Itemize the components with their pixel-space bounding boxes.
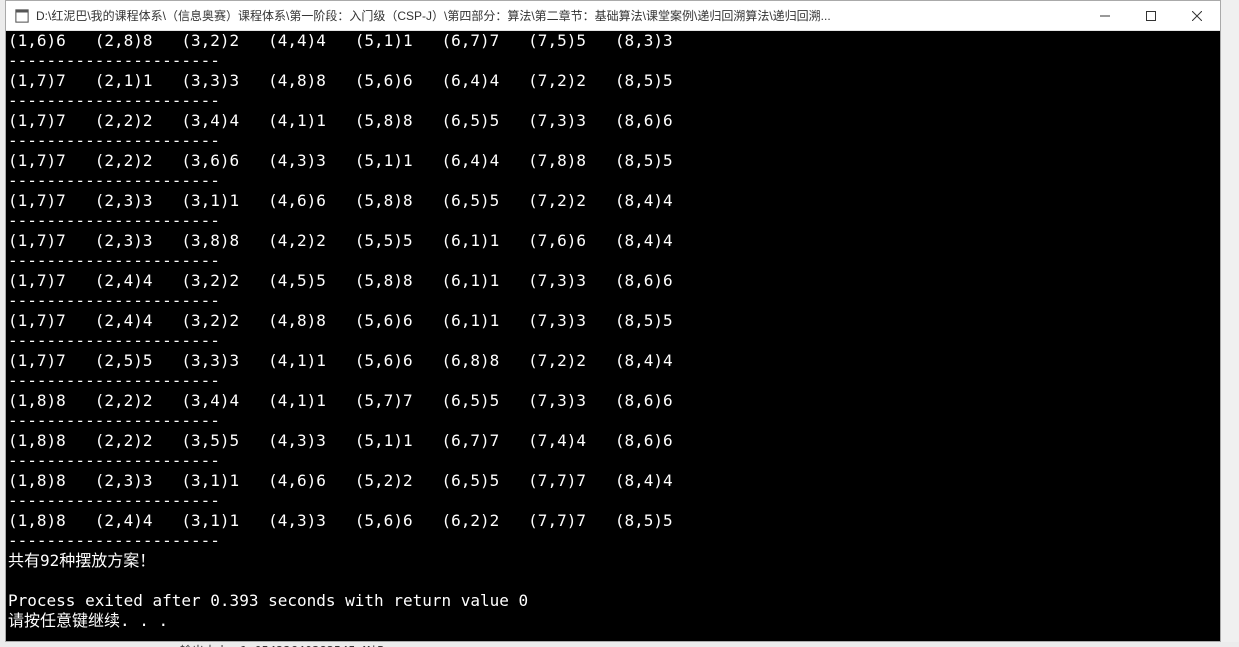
console-line: ---------------------- — [6, 411, 1220, 431]
console-line: ---------------------- — [6, 291, 1220, 311]
console-line: (1,8)8 (2,2)2 (3,5)5 (4,3)3 (5,1)1 (6,7)… — [6, 431, 1220, 451]
console-line: ---------------------- — [6, 211, 1220, 231]
console-line: (1,7)7 (2,3)3 (3,1)1 (4,6)6 (5,8)8 (6,5)… — [6, 191, 1220, 211]
background-bottom-text: 输出大小：1.05422640383545 MiB — [0, 642, 1239, 647]
close-button[interactable] — [1174, 1, 1220, 30]
console-line — [6, 571, 1220, 591]
minimize-button[interactable] — [1082, 1, 1128, 30]
app-icon — [14, 8, 30, 24]
console-line: ---------------------- — [6, 51, 1220, 71]
console-line: ---------------------- — [6, 131, 1220, 151]
console-line: (1,7)7 (2,2)2 (3,4)4 (4,1)1 (5,8)8 (6,5)… — [6, 111, 1220, 131]
console-line: ---------------------- — [6, 491, 1220, 511]
console-line: (1,7)7 (2,5)5 (3,3)3 (4,1)1 (5,6)6 (6,8)… — [6, 351, 1220, 371]
console-line: ---------------------- — [6, 91, 1220, 111]
console-line: (1,7)7 (2,1)1 (3,3)3 (4,8)8 (5,6)6 (6,4)… — [6, 71, 1220, 91]
console-line: ---------------------- — [6, 331, 1220, 351]
console-output[interactable]: (1,6)6 (2,8)8 (3,2)2 (4,4)4 (5,1)1 (6,7)… — [6, 31, 1220, 641]
console-line: ---------------------- — [6, 451, 1220, 471]
console-line: (1,7)7 (2,4)4 (3,2)2 (4,8)8 (5,6)6 (6,1)… — [6, 311, 1220, 331]
console-line: (1,8)8 (2,2)2 (3,4)4 (4,1)1 (5,7)7 (6,5)… — [6, 391, 1220, 411]
console-line: ---------------------- — [6, 171, 1220, 191]
console-line: (1,8)8 (2,3)3 (3,1)1 (4,6)6 (5,2)2 (6,5)… — [6, 471, 1220, 491]
console-line: ---------------------- — [6, 251, 1220, 271]
console-line: ---------------------- — [6, 531, 1220, 551]
window-controls — [1082, 1, 1220, 30]
console-line: (1,7)7 (2,4)4 (3,2)2 (4,5)5 (5,8)8 (6,1)… — [6, 271, 1220, 291]
console-line: 请按任意键继续. . . — [6, 611, 1220, 631]
console-line: Process exited after 0.393 seconds with … — [6, 591, 1220, 611]
console-line: (1,7)7 (2,2)2 (3,6)6 (4,3)3 (5,1)1 (6,4)… — [6, 151, 1220, 171]
titlebar[interactable]: D:\红泥巴\我的课程体系\（信息奥赛）课程体系\第一阶段：入门级（CSP-J）… — [6, 1, 1220, 31]
maximize-button[interactable] — [1128, 1, 1174, 30]
console-line: (1,8)8 (2,4)4 (3,1)1 (4,3)3 (5,6)6 (6,2)… — [6, 511, 1220, 531]
console-line: (1,7)7 (2,3)3 (3,8)8 (4,2)2 (5,5)5 (6,1)… — [6, 231, 1220, 251]
background-right-strip — [1221, 0, 1239, 647]
console-line: 共有92种摆放方案！ — [6, 551, 1220, 571]
console-window: D:\红泥巴\我的课程体系\（信息奥赛）课程体系\第一阶段：入门级（CSP-J）… — [5, 0, 1221, 642]
window-title: D:\红泥巴\我的课程体系\（信息奥赛）课程体系\第一阶段：入门级（CSP-J）… — [36, 7, 1082, 24]
console-line: ---------------------- — [6, 371, 1220, 391]
console-line: (1,6)6 (2,8)8 (3,2)2 (4,4)4 (5,1)1 (6,7)… — [6, 31, 1220, 51]
